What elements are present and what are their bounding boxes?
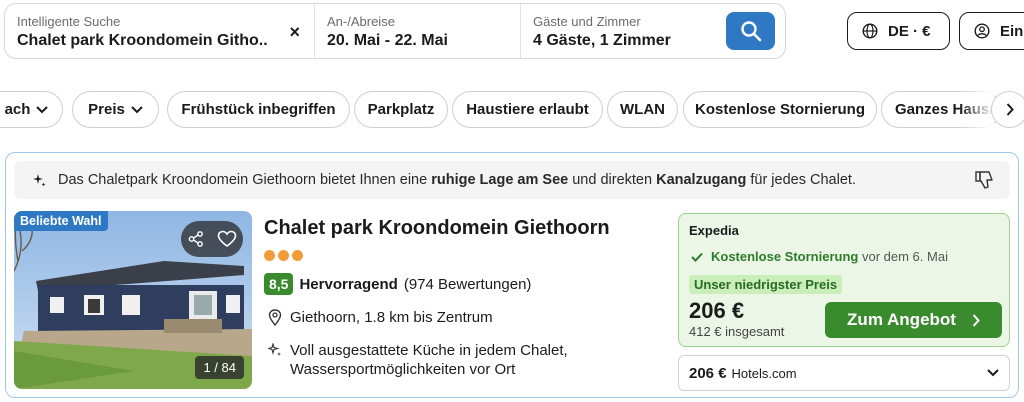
destination-field[interactable]: Intelligente Suche Chalet park Kroondome… xyxy=(5,4,315,58)
thumbs-down-icon[interactable] xyxy=(974,169,996,191)
filter-chip-label: ach xyxy=(4,101,31,118)
filter-chip-label: Haustiere erlaubt xyxy=(466,101,589,118)
chevron-down-icon xyxy=(131,105,143,113)
sparkle-icon xyxy=(33,174,46,187)
alt-offer-provider: Hotels.com xyxy=(731,365,797,381)
login-button[interactable]: Ein xyxy=(959,12,1024,50)
clear-destination-icon[interactable]: × xyxy=(289,22,300,43)
language-currency-label: DE · € xyxy=(888,22,931,40)
share-icon[interactable] xyxy=(187,230,205,248)
location-pin-icon xyxy=(268,309,282,326)
check-icon xyxy=(691,252,703,262)
scroll-fade xyxy=(960,91,994,128)
filter-chip-parking[interactable]: Parkplatz xyxy=(354,91,448,128)
banner-highlight: ruhige Lage am See xyxy=(431,172,569,188)
filter-chip-wifi[interactable]: WLAN xyxy=(607,91,678,128)
best-deal-box[interactable]: Expedia Kostenlose Stornierung vor dem 6… xyxy=(678,213,1010,347)
heart-icon[interactable] xyxy=(217,230,237,248)
destination-label: Intelligente Suche xyxy=(17,14,121,29)
sparkle-icon xyxy=(268,343,281,356)
user-icon xyxy=(974,23,990,39)
language-currency-button[interactable]: DE · € xyxy=(847,12,950,50)
free-cancellation-row: Kostenlose Stornierung vor dem 6. Mai xyxy=(691,249,948,264)
dates-field[interactable]: An-/Abreise 20. Mai - 22. Mai xyxy=(315,4,521,58)
filter-bar: ach Preis Frühstück inbegriffen Parkplat… xyxy=(0,91,1024,129)
filter-chip-price[interactable]: Preis xyxy=(72,91,159,128)
destination-value[interactable]: Chalet park Kroondomein Githo... xyxy=(17,32,267,50)
filter-chip-pets[interactable]: Haustiere erlaubt xyxy=(452,91,603,128)
alternative-offer-row[interactable]: 206 € Hotels.com xyxy=(678,355,1010,391)
chevron-down-icon[interactable] xyxy=(987,369,999,377)
guests-field[interactable]: Gäste und Zimmer 4 Gäste, 1 Zimmer xyxy=(521,4,785,58)
cancellation-deadline: vor dem 6. Mai xyxy=(861,249,948,264)
rating-row: 8,5 Hervorragend (974 Bewertungen) xyxy=(264,273,531,295)
banner-highlight: Kanalzugang xyxy=(656,172,747,188)
free-cancellation-text: Kostenlose Stornierung xyxy=(711,249,859,264)
ai-summary-banner: Das Chaletpark Kroondomein Giethoorn bie… xyxy=(14,161,1010,199)
feature-text: Voll ausgestattete Küche in jedem Chalet… xyxy=(290,341,568,379)
deal-total: 412 € insgesamt xyxy=(689,324,785,339)
location-text: Giethoorn, 1.8 km bis Zentrum xyxy=(290,309,493,326)
hotel-photo[interactable]: Beliebte Wahl 1 / 84 xyxy=(14,211,252,389)
alt-offer-price: 206 € xyxy=(689,364,727,382)
filter-chip-label: Frühstück inbegriffen xyxy=(181,101,336,118)
star-dot xyxy=(292,250,303,261)
lowest-price-badge: Unser niedrigster Preis xyxy=(689,275,843,294)
search-button[interactable] xyxy=(726,12,775,50)
review-count: (974 Bewertungen) xyxy=(403,275,532,293)
star-dot xyxy=(278,250,289,261)
globe-icon xyxy=(862,23,878,39)
filter-chip-label: Parkplatz xyxy=(367,101,435,118)
feature-line: Wassersportmöglichkeiten vor Ort xyxy=(290,361,516,378)
score-badge: 8,5 xyxy=(264,273,294,295)
feature-line: Voll ausgestattete Küche in jedem Chalet… xyxy=(290,342,568,359)
filter-chip-breakfast[interactable]: Frühstück inbegriffen xyxy=(167,91,350,128)
photo-counter: 1 / 84 xyxy=(195,356,244,379)
filter-chip-label: Kostenlose Stornierung xyxy=(694,101,866,118)
star-dot xyxy=(264,250,275,261)
banner-text-part: Das Chaletpark Kroondomein Giethoorn bie… xyxy=(58,172,432,188)
hotel-result-card[interactable]: Das Chaletpark Kroondomein Giethoorn bie… xyxy=(5,152,1019,398)
location-row: Giethoorn, 1.8 km bis Zentrum xyxy=(268,309,493,326)
chevron-right-icon xyxy=(972,313,980,327)
star-rating xyxy=(264,250,303,261)
banner-text-part: für jedes Chalet. xyxy=(746,172,856,188)
dates-label: An-/Abreise xyxy=(327,14,395,29)
chevron-right-icon xyxy=(1006,103,1014,116)
filter-chip-sort[interactable]: ach xyxy=(0,91,63,128)
chevron-down-icon xyxy=(36,105,49,113)
filter-chip-label: WLAN xyxy=(620,101,665,118)
view-deal-label: Zum Angebot xyxy=(847,310,956,329)
hotel-title[interactable]: Chalet park Kroondomein Giethoorn xyxy=(264,217,610,240)
popular-choice-badge: Beliebte Wahl xyxy=(14,211,108,231)
deal-provider: Expedia xyxy=(689,223,739,238)
login-label: Ein xyxy=(1000,22,1024,40)
dates-value[interactable]: 20. Mai - 22. Mai xyxy=(327,32,508,50)
banner-text-part: und direkten xyxy=(568,172,657,188)
view-deal-button[interactable]: Zum Angebot xyxy=(825,302,1002,338)
search-icon xyxy=(740,21,761,42)
rating-label: Hervorragend xyxy=(299,275,398,293)
deal-price: 206 € xyxy=(689,298,745,323)
banner-text: Das Chaletpark Kroondomein Giethoorn bie… xyxy=(58,172,856,188)
filter-scroll-right-button[interactable] xyxy=(991,91,1024,128)
filter-chip-label: Preis xyxy=(88,101,125,118)
filter-chip-free-cancellation[interactable]: Kostenlose Stornierung xyxy=(683,91,877,128)
search-bar: Intelligente Suche Chalet park Kroondome… xyxy=(4,3,786,59)
photo-actions xyxy=(181,221,243,257)
feature-row: Voll ausgestattete Küche in jedem Chalet… xyxy=(268,341,568,379)
